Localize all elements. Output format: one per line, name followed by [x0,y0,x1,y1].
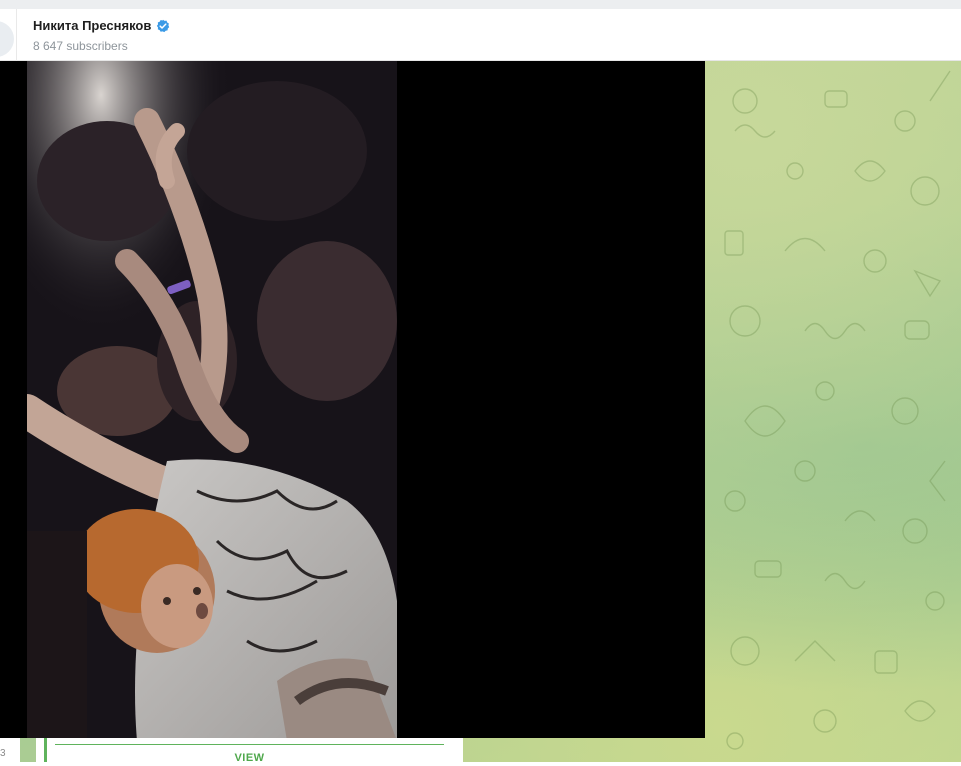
card-accent-bar [44,735,47,762]
subscriber-count: 8 647 subscribers [33,39,128,53]
chat-doodle-pattern [724,70,951,750]
header-divider [16,9,17,61]
avatar[interactable] [0,21,14,57]
view-button[interactable]: VIEW [55,752,444,766]
card-divider [55,744,444,745]
video-player[interactable] [0,61,705,738]
concert-crowd-image [27,61,397,738]
chat-header: Никита Пресняков 8 647 subscribers [0,9,961,61]
verified-icon [157,19,170,32]
video-frame-content[interactable] [27,61,397,738]
channel-title[interactable]: Никита Пресняков [33,18,170,33]
left-panel-partial-text: 3 [0,748,6,759]
channel-name-text: Никита Пресняков [33,18,152,33]
window-top-strip [0,0,961,9]
